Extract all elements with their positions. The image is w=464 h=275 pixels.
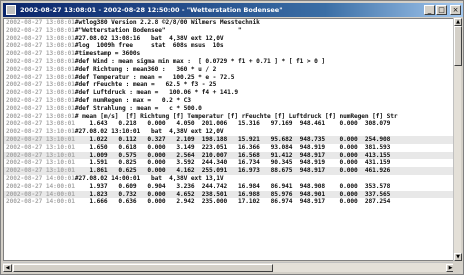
log-timestamp: 2002-08-27 13:10:01 bbox=[6, 143, 75, 151]
log-timestamp: 2002-08-27 13:08:01 bbox=[6, 104, 75, 112]
window-title: 2002-08-27 13:08:01 - 2002-08-28 12:50:0… bbox=[20, 6, 283, 14]
log-text: #def Richtung : mean360 : 360 * u / 2 bbox=[74, 65, 217, 73]
log-timestamp: 2002-08-27 13:10:01 bbox=[6, 151, 75, 159]
log-text: 1.861 0.625 0.000 4.162 255.091 16.973 8… bbox=[74, 167, 391, 175]
log-line: 2002-08-27 13:10:01 1.650 0.618 0.000 3.… bbox=[4, 144, 454, 152]
log-text: 1.650 0.618 0.000 3.149 223.051 16.366 9… bbox=[74, 143, 391, 151]
log-line: 2002-08-27 13:08:01# mean [m/s] [f] Rich… bbox=[4, 113, 454, 121]
horizontal-scrollbar[interactable]: ◀ ▶ bbox=[3, 262, 455, 272]
log-line: 2002-08-27 14:00:01 1.666 0.636 0.000 2.… bbox=[4, 198, 454, 206]
log-text: # mean [m/s] [f] Richtung [f] Temperatur… bbox=[74, 112, 398, 120]
log-text: 1.823 0.732 0.000 4.652 238.501 16.988 8… bbox=[74, 190, 391, 198]
log-line: 2002-08-27 13:08:01#def Richtung : mean3… bbox=[4, 66, 454, 74]
log-text: 1.591 0.825 0.000 3.592 244.340 16.734 9… bbox=[74, 159, 391, 167]
scroll-left-arrow-icon[interactable]: ◀ bbox=[3, 264, 12, 272]
log-text: 1.022 0.112 0.327 2.109 198.188 15.921 9… bbox=[74, 135, 391, 143]
vertical-scroll-thumb[interactable] bbox=[454, 26, 462, 66]
log-line: 2002-08-27 14:00:01#27.08.02 14:00:01 ba… bbox=[4, 175, 454, 183]
log-text-area[interactable]: 2002-08-27 13:08:01#wtlog380 Version 2.2… bbox=[3, 18, 455, 261]
log-line: 2002-08-27 13:08:01#wtlog380 Version 2.2… bbox=[4, 19, 454, 27]
log-text: #def rFeuchte : mean = 62.5 * f3 - 25 bbox=[74, 81, 217, 89]
log-line: 2002-08-27 14:00:01 1.823 0.732 0.000 4.… bbox=[4, 190, 454, 199]
log-line: 2002-08-27 13:08:01#"Wetterstation Boden… bbox=[4, 27, 454, 35]
minimize-button[interactable]: _ bbox=[424, 5, 435, 15]
log-timestamp: 2002-08-27 13:08:01 bbox=[6, 57, 75, 65]
log-timestamp: 2002-08-27 13:08:01 bbox=[6, 112, 75, 120]
log-timestamp: 2002-08-27 13:08:01 bbox=[6, 42, 75, 50]
log-line: 2002-08-27 13:08:01 1.643 0.218 0.000 4.… bbox=[4, 120, 454, 128]
title-bar[interactable]: 2002-08-27 13:08:01 - 2002-08-28 12:50:0… bbox=[3, 3, 463, 17]
log-line: 2002-08-27 13:10:01 1.022 0.112 0.327 2.… bbox=[4, 135, 454, 144]
maximize-button[interactable]: □ bbox=[436, 5, 447, 15]
log-text: 1.643 0.218 0.000 4.050 201.006 15.316 9… bbox=[74, 120, 391, 128]
log-text: #wtlog380 Version 2.2.8 ©2/8/00 Wilmers … bbox=[74, 19, 260, 26]
log-timestamp: 2002-08-27 14:00:01 bbox=[6, 174, 75, 182]
log-line: 2002-08-27 13:10:01 1.009 0.575 0.000 2.… bbox=[4, 151, 454, 160]
scroll-up-arrow-icon[interactable]: ▲ bbox=[454, 18, 462, 26]
log-timestamp: 2002-08-27 13:08:01 bbox=[6, 81, 75, 89]
resize-grip-icon[interactable] bbox=[453, 262, 461, 272]
log-timestamp: 2002-08-27 14:00:01 bbox=[6, 190, 75, 198]
log-line: 2002-08-27 13:08:01#27.08.02 13:08:16 ba… bbox=[4, 35, 454, 43]
log-line: 2002-08-27 13:08:01#def numRegen : max =… bbox=[4, 97, 454, 105]
app-icon bbox=[6, 5, 16, 15]
log-timestamp: 2002-08-27 13:08:01 bbox=[6, 73, 75, 81]
log-line: 2002-08-27 13:08:01#timestamp = 3600s bbox=[4, 50, 454, 58]
log-text: 1.666 0.636 0.000 2.942 235.000 17.102 8… bbox=[74, 198, 391, 206]
log-text: #log 1009h free stat 608s msus 10s bbox=[74, 42, 224, 50]
log-timestamp: 2002-08-27 13:08:01 bbox=[6, 120, 75, 128]
log-timestamp: 2002-08-27 13:08:01 bbox=[6, 89, 75, 97]
log-timestamp: 2002-08-27 13:08:01 bbox=[6, 26, 75, 34]
window-controls: _ □ × bbox=[424, 5, 461, 15]
log-timestamp: 2002-08-27 13:08:01 bbox=[6, 96, 75, 104]
log-text: 1.009 0.575 0.000 2.564 210.007 16.568 9… bbox=[74, 151, 391, 159]
log-timestamp: 2002-08-27 13:08:01 bbox=[6, 65, 75, 73]
log-timestamp: 2002-08-27 13:08:01 bbox=[6, 19, 75, 26]
scroll-down-arrow-icon[interactable]: ▼ bbox=[454, 253, 462, 261]
log-timestamp: 2002-08-27 13:10:01 bbox=[6, 167, 75, 175]
log-text: #def Luftdruck : mean = 100.06 * f4 + 14… bbox=[74, 89, 239, 97]
log-timestamp: 2002-08-27 14:00:01 bbox=[6, 182, 75, 190]
log-text: #timestamp = 3600s bbox=[74, 50, 141, 58]
horizontal-scroll-thumb[interactable] bbox=[13, 264, 273, 272]
log-text: #def Strahlung : mean = c * 500.0 bbox=[74, 104, 202, 112]
log-timestamp: 2002-08-27 13:08:01 bbox=[6, 34, 75, 42]
log-text: #def numRegen : max = 0.2 * C3 bbox=[74, 96, 191, 104]
log-line: 2002-08-27 13:08:01#def Strahlung : mean… bbox=[4, 105, 454, 113]
log-timestamp: 2002-08-27 13:10:01 bbox=[6, 159, 75, 167]
log-line: 2002-08-27 13:08:01#def Wind : mean sigm… bbox=[4, 58, 454, 66]
log-line: 2002-08-27 13:10:01#27.08.02 13:10:01 ba… bbox=[4, 128, 454, 136]
log-line: 2002-08-27 14:00:01 1.937 0.609 0.904 3.… bbox=[4, 183, 454, 191]
log-line: 2002-08-27 13:08:01#def Luftdruck : mean… bbox=[4, 89, 454, 97]
log-timestamp: 2002-08-27 13:08:01 bbox=[6, 50, 75, 58]
log-timestamp: 2002-08-27 14:00:01 bbox=[6, 198, 75, 206]
log-text: #27.08.02 13:10:01 bat 4,38V ext 12,0V bbox=[74, 128, 224, 136]
log-text: #def Temperatur : mean = 100.25 * e - 72… bbox=[74, 73, 235, 81]
log-line: 2002-08-27 13:08:01#def rFeuchte : mean … bbox=[4, 81, 454, 89]
log-timestamp: 2002-08-27 13:10:01 bbox=[6, 135, 75, 143]
log-text: #27.08.02 13:08:16 bat 4,38V ext 12,0V bbox=[74, 34, 224, 42]
log-text: #def Wind : mean sigma min max : [ 0.072… bbox=[74, 57, 326, 65]
close-button[interactable]: × bbox=[450, 5, 461, 15]
log-window: 2002-08-27 13:08:01 - 2002-08-28 12:50:0… bbox=[0, 0, 464, 275]
vertical-scrollbar[interactable]: ▲ ▼ bbox=[453, 18, 462, 261]
log-line: 2002-08-27 13:10:01 1.861 0.625 0.000 4.… bbox=[4, 167, 454, 175]
log-text: #"Wetterstation Bodensee" " bbox=[74, 26, 242, 34]
log-line: 2002-08-27 13:10:01 1.591 0.825 0.000 3.… bbox=[4, 159, 454, 167]
log-text: #27.08.02 14:00:01 bat 4,38V ext 13,1V bbox=[74, 174, 224, 182]
log-line: 2002-08-27 13:08:01#def Temperatur : mea… bbox=[4, 74, 454, 82]
log-text: 1.937 0.609 0.904 3.236 244.742 16.984 8… bbox=[74, 182, 391, 190]
log-timestamp: 2002-08-27 13:10:01 bbox=[6, 128, 75, 136]
